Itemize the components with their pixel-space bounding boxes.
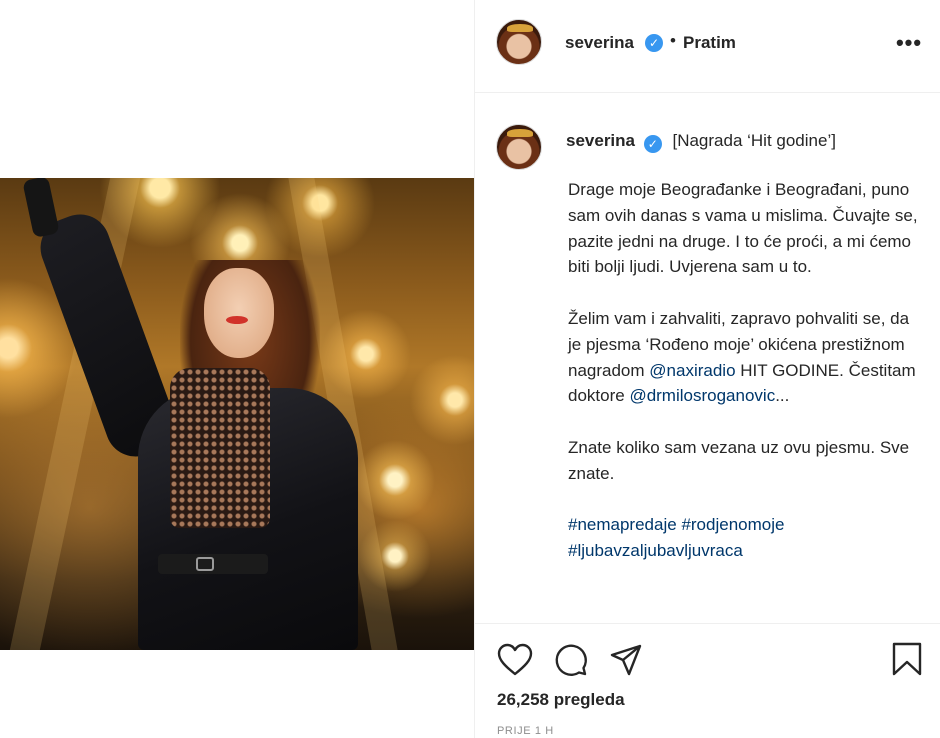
more-options-button[interactable]: •••	[891, 28, 927, 58]
follow-status-button[interactable]: Pratim	[683, 33, 736, 53]
author-avatar[interactable]	[496, 19, 542, 65]
caption-author-avatar[interactable]	[496, 124, 542, 170]
mention-link[interactable]: @naxiradio	[649, 361, 735, 380]
heart-icon[interactable]	[497, 643, 533, 682]
singer-face	[204, 268, 274, 358]
hashtag-link[interactable]: #rodjenomoje	[681, 515, 784, 534]
media-area	[0, 0, 474, 738]
caption-paragraph: Želim vam i zahvaliti, zapravo pohvaliti…	[568, 306, 918, 409]
singer-mesh-top	[170, 368, 270, 528]
hashtag-list: #nemapredaje #rodjenomoje	[568, 512, 918, 538]
caption-author-username[interactable]: severina	[566, 131, 635, 150]
verified-badge-icon: ✓	[643, 135, 662, 153]
mention-link[interactable]: @drmilosroganovic	[629, 386, 775, 405]
singer-microphone	[22, 178, 60, 239]
verified-badge-icon: ✓	[645, 34, 663, 52]
singer-lips	[226, 316, 248, 324]
caption-paragraph: Drage moje Beograđanke i Beograđani, pun…	[568, 180, 918, 277]
post-timestamp[interactable]: PRIJE 1 H	[497, 725, 554, 737]
paper-plane-icon[interactable]	[609, 643, 643, 682]
singer-belt-buckle	[196, 557, 214, 571]
ellipsis-icon: •••	[895, 30, 923, 55]
caption-more-ellipsis: ...	[775, 386, 790, 406]
caption-scroll-area[interactable]: severina ✓ [Nagrada ‘Hit godine’] Drage …	[475, 94, 940, 622]
post-side-panel: severina ✓ • Pratim ••• severina ✓ [Nagr…	[474, 0, 940, 738]
hashtag-link[interactable]: #ljubavzaljubavljuvraca	[568, 541, 743, 560]
post-header: severina ✓ • Pratim •••	[475, 0, 940, 93]
bookmark-icon[interactable]	[891, 641, 923, 682]
caption-text: Drage moje Beograđanke i Beograđani, pun…	[568, 177, 918, 564]
caption-header: severina ✓ [Nagrada ‘Hit godine’]	[566, 130, 836, 153]
comment-bubble-icon[interactable]	[554, 643, 588, 682]
hashtag-list: #ljubavzaljubavljuvraca	[568, 538, 918, 564]
post-actions-bar: 26,258 pregleda PRIJE 1 H	[475, 623, 940, 738]
caption-title: [Nagrada ‘Hit godine’]	[672, 131, 836, 150]
author-username[interactable]: severina	[565, 33, 634, 53]
views-count[interactable]: 26,258 pregleda	[497, 690, 625, 710]
caption-paragraph: Znate koliko sam vezana uz ovu pjesmu. S…	[568, 437, 910, 483]
post-photo[interactable]	[0, 178, 474, 650]
header-separator: •	[670, 31, 676, 50]
hashtag-link[interactable]: #nemapredaje	[568, 515, 677, 534]
